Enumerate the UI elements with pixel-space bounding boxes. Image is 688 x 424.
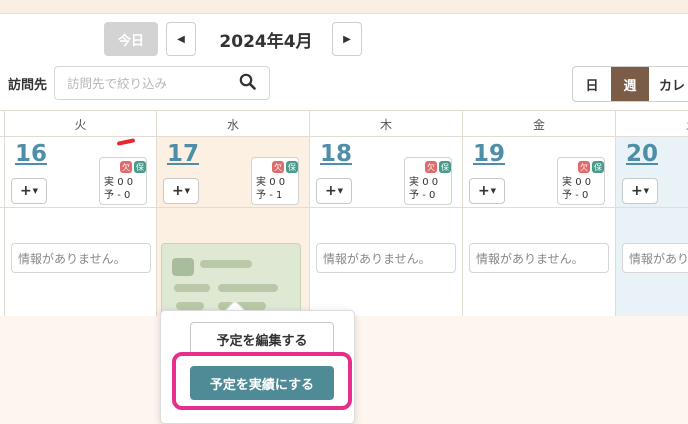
row-divider <box>0 207 688 208</box>
dow-sat: 土 <box>615 111 688 137</box>
dow-thu: 木 <box>309 111 462 137</box>
blurred-text <box>218 284 278 292</box>
actual-values: 0 0 <box>575 177 592 188</box>
add-schedule-button[interactable]: + ▼ <box>11 178 47 204</box>
plan-values: - 0 <box>422 190 436 201</box>
tab-calendar[interactable]: カレ <box>649 67 688 101</box>
blurred-text <box>200 260 252 268</box>
actual-label: 実 <box>409 177 419 188</box>
absent-badge: 欠 <box>120 161 132 173</box>
convert-to-result-button[interactable]: 予定を実績にする <box>190 366 334 400</box>
date-link-17[interactable]: 17 <box>167 141 199 167</box>
tab-day[interactable]: 日 <box>573 67 611 101</box>
no-info-message: 情報がありません。 <box>316 243 456 273</box>
hold-badge: 保 <box>439 161 451 173</box>
day-column-20: 20 +▼ 情報がありません。 <box>615 137 688 316</box>
dow-wed: 水 <box>156 111 309 137</box>
blurred-text <box>176 302 204 310</box>
avatar <box>172 258 194 276</box>
plan-label: 予 <box>562 190 572 201</box>
dow-fri: 金 <box>462 111 615 137</box>
add-schedule-button[interactable]: + ▼ <box>469 178 505 204</box>
visit-stats: 欠 保 実 0 0 予 - 0 <box>404 157 452 205</box>
no-info-message: 情報がありません。 <box>469 243 609 273</box>
caret-down-icon: ▼ <box>337 187 344 195</box>
visit-stats: 欠 保 実 0 0 予 - 1 <box>251 157 299 205</box>
dow-tue: 火 <box>4 111 156 137</box>
add-schedule-button[interactable]: + ▼ <box>622 178 658 204</box>
plan-label: 予 <box>409 190 419 201</box>
prev-week-button[interactable]: ◀ <box>166 22 196 56</box>
next-week-button[interactable]: ▶ <box>332 22 362 56</box>
visit-stats: 欠 保 実 0 0 予 - 0 <box>99 157 147 205</box>
actual-values: 0 0 <box>269 177 286 188</box>
actual-label: 実 <box>256 177 266 188</box>
caret-down-icon: ▼ <box>32 187 39 195</box>
date-link-20[interactable]: 20 <box>626 141 658 167</box>
absent-badge: 欠 <box>425 161 437 173</box>
date-link-18[interactable]: 18 <box>320 141 352 167</box>
actual-values: 0 0 <box>422 177 439 188</box>
actual-label: 実 <box>562 177 572 188</box>
plan-values: - 0 <box>117 190 131 201</box>
chevron-left-icon: ◀ <box>177 33 185 45</box>
day-column-17: 17 + ▼ 欠 保 実 0 0 予 - 1 <box>156 137 309 316</box>
day-column-16: 16 + ▼ 欠 保 実 0 0 予 - 0 情報がありません。 <box>4 137 156 316</box>
day-column-18: 18 + ▼ 欠 保 実 0 0 予 - 0 情報がありません。 <box>309 137 462 316</box>
tab-week[interactable]: 週 <box>611 67 649 101</box>
hold-badge: 保 <box>286 161 298 173</box>
visit-stats: 欠 保 実 0 0 予 - 0 <box>557 157 605 205</box>
absent-badge: 欠 <box>578 161 590 173</box>
month-title: 2024年4月 <box>219 32 313 52</box>
absent-badge: 欠 <box>272 161 284 173</box>
edit-schedule-button[interactable]: 予定を編集する <box>190 322 334 356</box>
plan-label: 予 <box>256 190 266 201</box>
no-info-message: 情報がありません。 <box>11 243 151 273</box>
top-band <box>0 0 688 14</box>
day-column-19: 19 + ▼ 欠 保 実 0 0 予 - 0 情報がありません。 <box>462 137 615 316</box>
day-of-week-row: 火 水 木 金 土 <box>0 111 688 137</box>
actual-label: 実 <box>104 177 114 188</box>
visit-filter-label: 訪問先 <box>8 78 48 93</box>
view-switcher: 日 週 カレ <box>572 66 688 102</box>
plan-label: 予 <box>104 190 114 201</box>
caret-down-icon: ▼ <box>643 187 650 195</box>
search-icon[interactable] <box>238 72 258 92</box>
chevron-right-icon: ▶ <box>343 33 351 45</box>
add-schedule-button[interactable]: + ▼ <box>163 178 199 204</box>
actual-values: 0 0 <box>117 177 134 188</box>
date-link-19[interactable]: 19 <box>473 141 505 167</box>
hold-badge: 保 <box>592 161 604 173</box>
add-schedule-button[interactable]: + ▼ <box>316 178 352 204</box>
caret-down-icon: ▼ <box>184 187 191 195</box>
caret-down-icon: ▼ <box>490 187 497 195</box>
hold-badge: 保 <box>134 161 146 173</box>
date-link-16[interactable]: 16 <box>15 141 47 167</box>
today-button[interactable]: 今日 <box>104 22 158 56</box>
week-grid: 火 水 木 金 土 16 +▼ 欠 保 実 0 0 予 - 0 情報がありません… <box>0 110 688 316</box>
plan-values: - 0 <box>575 190 589 201</box>
plan-values: - 1 <box>269 190 283 201</box>
blurred-text <box>174 284 210 292</box>
no-info-message: 情報がありません。 <box>622 243 688 273</box>
